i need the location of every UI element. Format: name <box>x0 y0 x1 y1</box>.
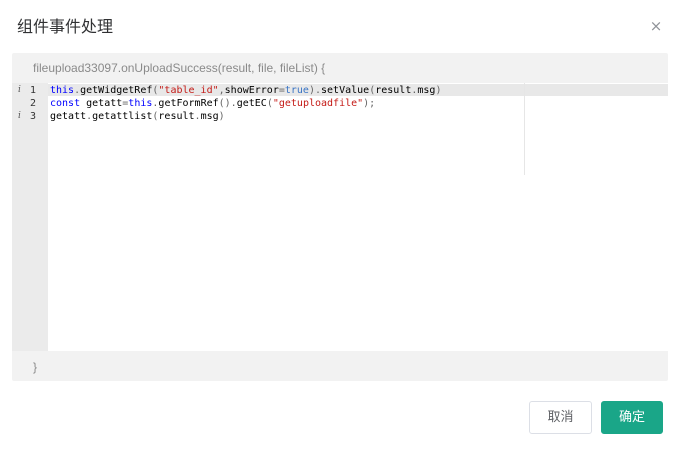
event-handler-dialog: 组件事件处理 × fileupload33097.onUploadSuccess… <box>0 0 681 451</box>
code-line[interactable]: const getatt=this.getFormRef().getEC("ge… <box>50 97 375 110</box>
line-number-gutter <box>12 83 48 351</box>
code-token: ); <box>363 98 376 109</box>
code-token: this <box>128 98 153 109</box>
code-line[interactable]: getatt.getattlist(result.msg) <box>50 110 225 123</box>
code-token: getatt <box>50 111 87 122</box>
gutter-row: 2 <box>12 97 48 110</box>
line-number: 3 <box>29 111 36 122</box>
code-token: "getuploadfile" <box>272 98 364 109</box>
code-token: getatt <box>80 98 123 109</box>
cancel-button[interactable]: 取消 <box>529 401 592 434</box>
gutter-row: i1 <box>12 84 48 97</box>
function-closing-brace: } <box>33 360 38 374</box>
code-editor-panel: fileupload33097.onUploadSuccess(result, … <box>12 53 668 381</box>
code-token: ) <box>218 111 225 122</box>
code-token: result <box>375 85 412 96</box>
line-number: 2 <box>29 98 36 109</box>
code-token: getattlist <box>92 111 153 122</box>
code-token: msg <box>417 85 436 96</box>
code-token: setValue <box>321 85 370 96</box>
code-token: this <box>50 85 75 96</box>
code-token: const <box>50 98 81 109</box>
code-token: showError <box>224 85 279 96</box>
code-token: msg <box>200 111 219 122</box>
code-token: getEC <box>236 98 267 109</box>
confirm-button[interactable]: 确定 <box>601 401 663 434</box>
dialog-title: 组件事件处理 <box>17 17 114 36</box>
code-token: result <box>158 111 195 122</box>
code-token: getFormRef <box>158 98 219 109</box>
line-number: 1 <box>29 85 36 96</box>
gutter-row: i3 <box>12 110 48 123</box>
close-icon[interactable]: × <box>645 15 667 37</box>
code-token: ). <box>308 85 322 96</box>
code-token: (). <box>218 98 237 109</box>
code-editor[interactable]: i12i3 this.getWidgetRef("table_id",showE… <box>12 83 668 351</box>
code-token: "table_id" <box>158 85 219 96</box>
info-annotation-icon[interactable]: i <box>18 84 21 97</box>
code-token: getWidgetRef <box>80 85 153 96</box>
code-line[interactable]: this.getWidgetRef("table_id",showError=t… <box>50 84 441 97</box>
code-token: true <box>284 85 309 96</box>
function-signature: fileupload33097.onUploadSuccess(result, … <box>33 61 326 75</box>
code-token: ) <box>435 85 442 96</box>
print-margin <box>524 83 525 175</box>
info-annotation-icon[interactable]: i <box>18 110 21 123</box>
